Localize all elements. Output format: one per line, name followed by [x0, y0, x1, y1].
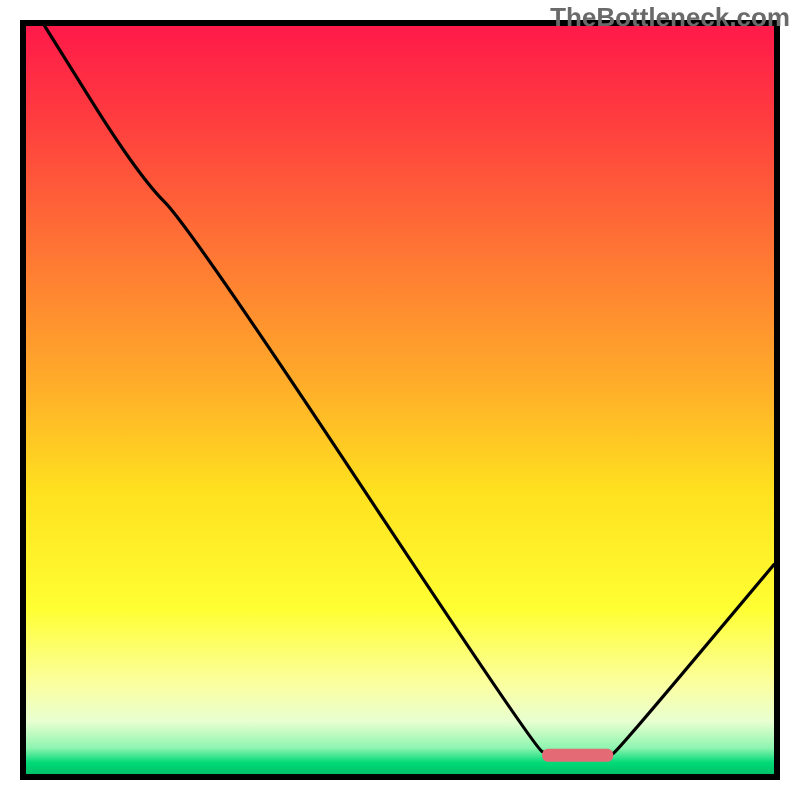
chart-container: TheBottleneck.com: [0, 0, 800, 800]
watermark-label: TheBottleneck.com: [550, 2, 790, 33]
gradient-background: [26, 26, 774, 774]
bottleneck-curve-chart: [0, 0, 800, 800]
optimal-marker: [542, 749, 613, 762]
